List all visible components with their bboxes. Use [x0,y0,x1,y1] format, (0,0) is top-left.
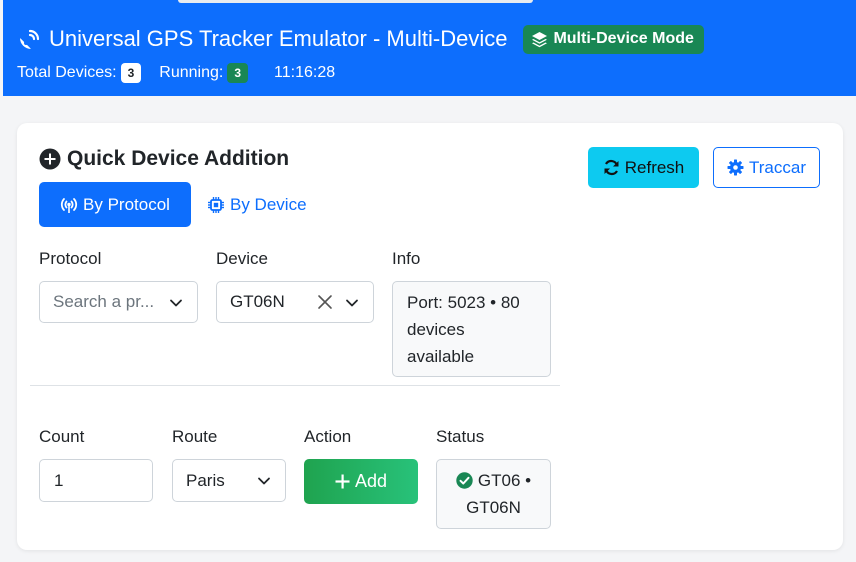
count-label: Count [39,427,85,446]
running-badge: 3 [227,63,249,83]
info-label: Info [392,249,421,268]
protocol-select[interactable]: Search a pr... [39,281,198,323]
status-box: GT06 • GT06N [436,459,551,529]
protocol-label: Protocol [39,249,102,268]
quick-add-card: Quick Device Addition Refresh Traccar By… [17,123,843,550]
divider [30,385,560,386]
satellite-dish-icon [17,26,43,52]
refresh-button[interactable]: Refresh [588,147,699,188]
add-label: Add [354,471,388,491]
clear-icon[interactable] [317,294,333,310]
status-line1: GT06 • [477,471,532,490]
header-stats: Total Devices: 3 Running: 3 11:16:28 [17,63,335,83]
mode-badge-label: Multi-Device Mode [553,30,694,47]
total-devices-badge: 3 [120,63,142,83]
protocol-placeholder: Search a pr... [53,292,155,311]
count-input[interactable] [39,459,153,502]
card-title-text: Quick Device Addition [67,147,290,170]
status-line2: GT06N [466,498,521,517]
total-devices-label: Total Devices: [17,64,117,81]
title-row: Universal GPS Tracker Emulator - Multi-D… [17,22,704,56]
device-label: Device [216,249,268,268]
tab-by-device-label: By Device [230,194,307,214]
broadcast-tower-icon [60,196,78,214]
card-title: Quick Device Addition [39,147,289,171]
clock: 11:16:28 [274,64,336,81]
chip-icon [207,196,225,214]
tab-by-device[interactable]: By Device [207,182,307,227]
device-select[interactable]: GT06N [216,281,374,323]
chevron-down-icon [169,296,183,310]
tab-by-protocol[interactable]: By Protocol [39,182,191,227]
top-strip [178,0,533,3]
chevron-down-icon [257,474,271,488]
plus-icon [335,474,350,489]
refresh-label: Refresh [624,157,685,177]
chevron-down-icon [345,296,359,310]
route-select[interactable]: Paris [172,459,286,502]
traccar-label: Traccar [749,157,806,177]
mode-badge: Multi-Device Mode [523,24,704,54]
action-label: Action [304,427,352,446]
app-header: Universal GPS Tracker Emulator - Multi-D… [3,0,856,96]
check-circle-icon [456,472,473,489]
sync-icon [603,159,620,176]
route-label: Route [172,427,218,446]
route-value: Paris [186,470,225,490]
add-button[interactable]: Add [304,459,418,504]
app-title: Universal GPS Tracker Emulator - Multi-D… [49,26,508,51]
traccar-button[interactable]: Traccar [713,147,820,188]
plus-circle-icon [39,148,61,170]
gear-icon [727,159,744,176]
device-value: GT06N [230,292,285,311]
info-box: Port: 5023 • 80 devices available [392,281,551,377]
running-label: Running: [159,64,224,81]
layers-icon [531,31,548,48]
status-label: Status [436,427,485,446]
tab-by-protocol-label: By Protocol [83,194,170,214]
